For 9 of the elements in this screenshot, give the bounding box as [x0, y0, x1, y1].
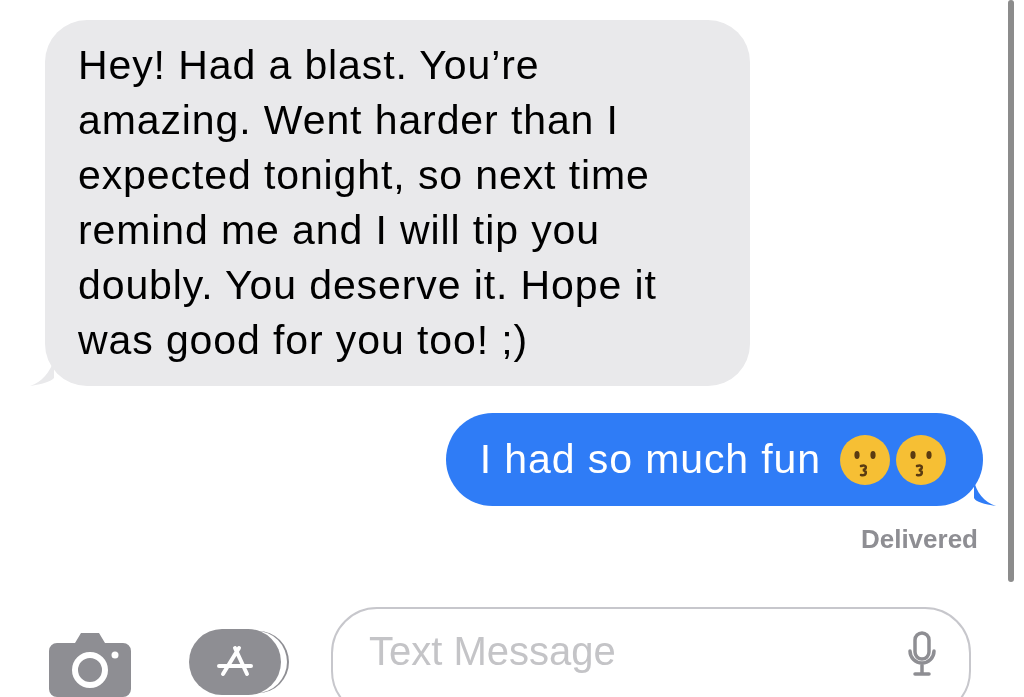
message-text: I had so much fun — [479, 435, 821, 484]
text-input[interactable]: Text Message — [369, 629, 907, 674]
microphone-icon[interactable] — [907, 631, 937, 677]
message-text: Hey! Had a blast. You’re amazing. Went harder than I expected tonight, so next time remind me and I will tip you doubly. You deserve it. Hope it was good for you too! ;) — [78, 42, 657, 363]
kissing-face-icon — [839, 433, 891, 486]
kissing-face-icon — [895, 433, 947, 486]
message-input-field[interactable]: Text Message — [331, 607, 971, 697]
camera-icon[interactable] — [49, 631, 131, 697]
delivery-status: Delivered — [860, 524, 978, 555]
